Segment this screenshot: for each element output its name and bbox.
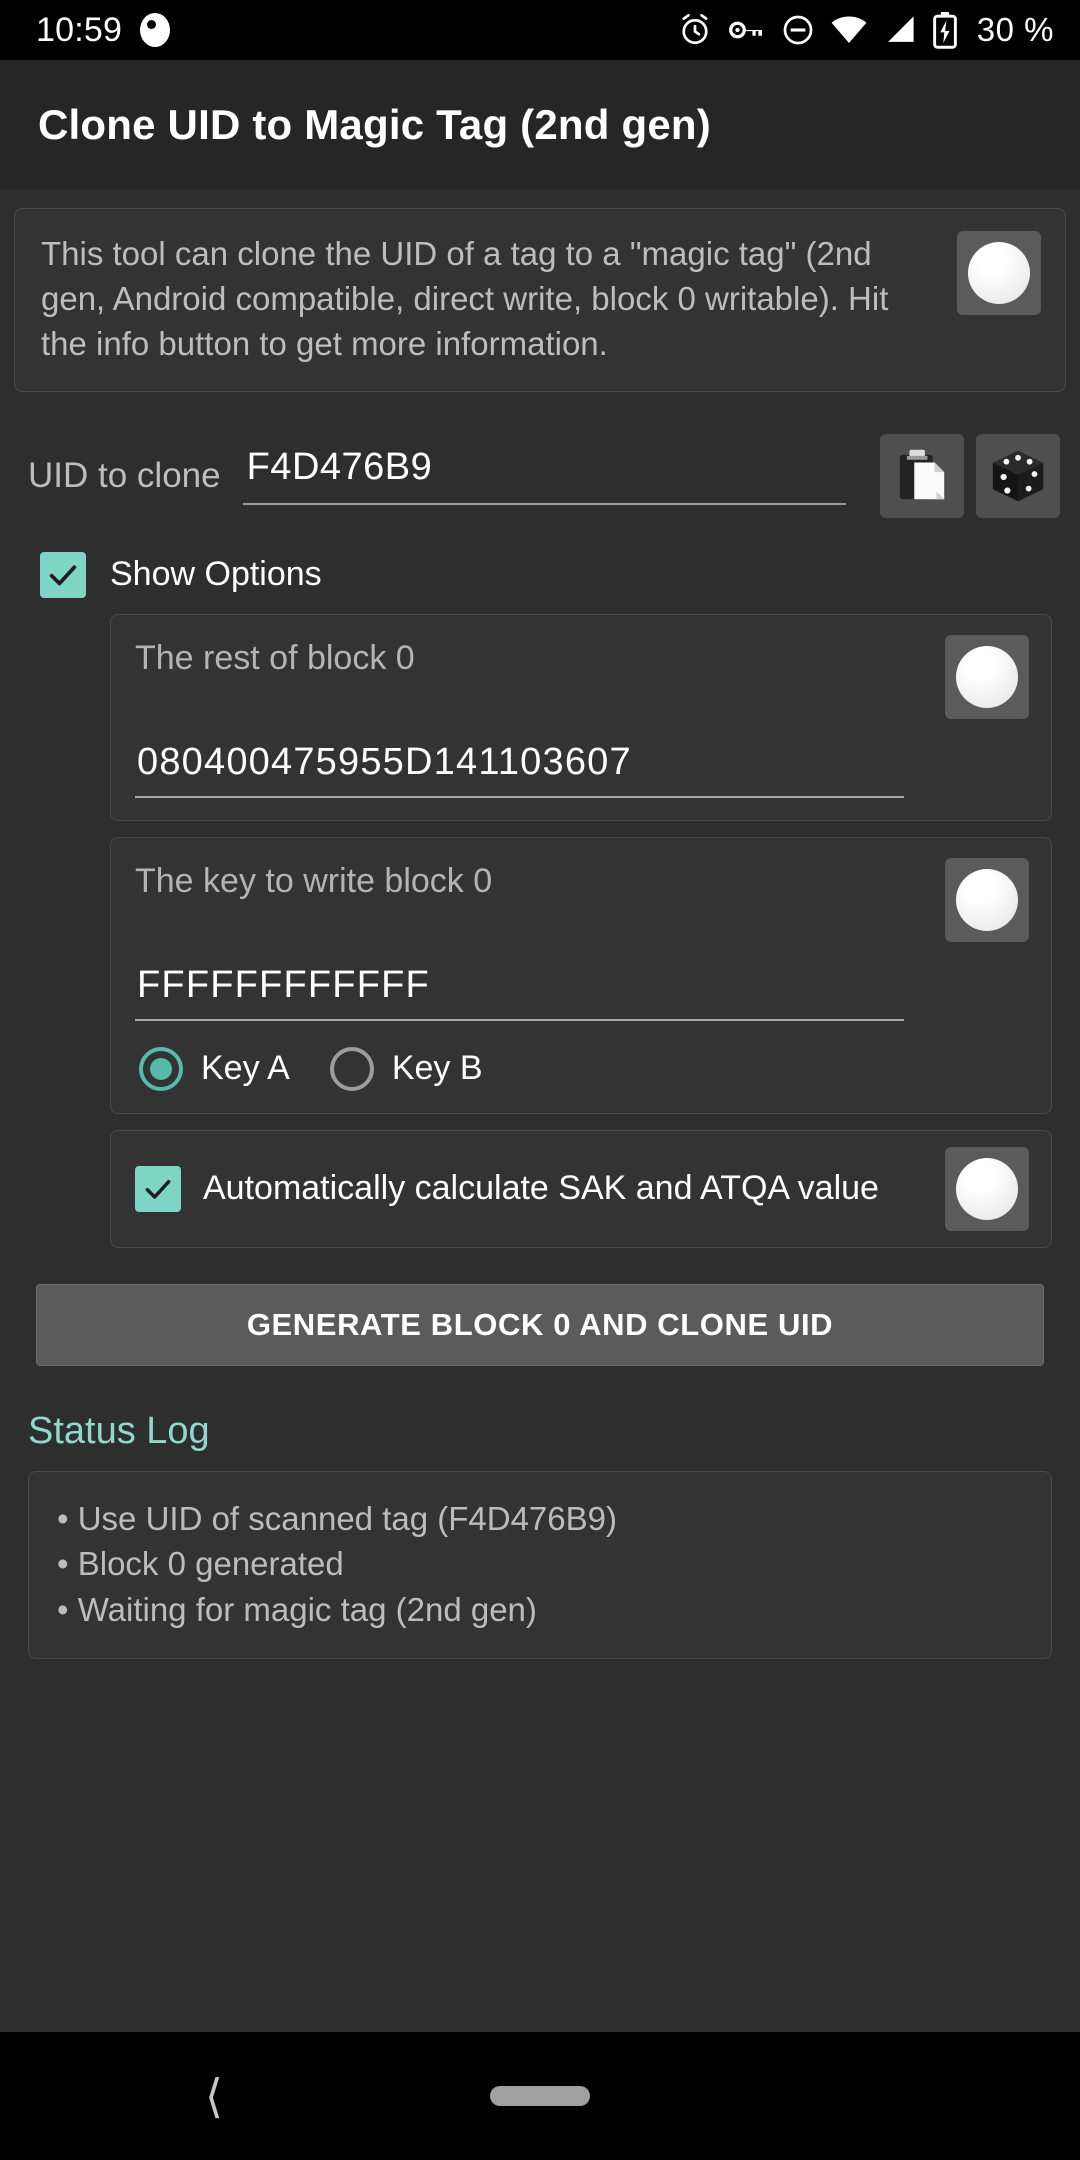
rest-of-block-value: 080400475955D141103607	[137, 740, 632, 783]
uid-label: UID to clone	[28, 455, 221, 495]
info-icon	[968, 242, 1030, 304]
status-log-title: Status Log	[28, 1409, 210, 1452]
status-bar-left: 10:59	[36, 10, 171, 50]
radio-key-b-label: Key B	[391, 1049, 483, 1088]
radio-key-b[interactable]	[329, 1046, 374, 1091]
generate-button-label: GENERATE BLOCK 0 AND CLONE UID	[246, 1306, 834, 1342]
status-log-line: • Use UID of scanned tag (F4D476B9)	[57, 1499, 617, 1537]
home-pill-icon[interactable]	[490, 2086, 590, 2106]
auto-sak-info-button[interactable]	[945, 1146, 1029, 1231]
auto-sak-row: Automatically calculate SAK and ATQA val…	[135, 1146, 1029, 1231]
rest-of-block-title: The rest of block 0	[135, 638, 415, 677]
show-options-checkbox[interactable]	[40, 551, 86, 598]
auto-sak-label: Automatically calculate SAK and ATQA val…	[203, 1169, 879, 1208]
status-log-line: • Block 0 generated	[57, 1545, 344, 1583]
battery-charging-icon	[932, 12, 957, 49]
cell-signal-icon	[887, 16, 914, 42]
main-content: This tool can clone the UID of a tag to …	[0, 208, 1080, 1660]
rest-of-block-info-button[interactable]	[945, 634, 1029, 719]
battery-percent-text: 30 %	[976, 11, 1054, 48]
app-bar: Clone UID to Magic Tag (2nd gen)	[0, 60, 1080, 190]
status-bar-right: 30 %	[677, 11, 1054, 49]
dice-icon	[992, 450, 1044, 501]
uid-input[interactable]: F4D476B9	[242, 446, 846, 506]
radio-key-a-label: Key A	[201, 1049, 290, 1088]
auto-sak-card: Automatically calculate SAK and ATQA val…	[110, 1129, 1052, 1248]
key-header: The key to write block 0	[135, 857, 1029, 942]
intro-info-button[interactable]	[957, 231, 1041, 315]
generate-block0-clone-uid-button[interactable]: GENERATE BLOCK 0 AND CLONE UID	[36, 1283, 1044, 1366]
key-info-button[interactable]	[945, 857, 1029, 942]
key-type-radio-group: Key A Key B	[135, 1046, 1029, 1091]
rest-of-block-header: The rest of block 0	[135, 634, 1029, 719]
paste-icon	[899, 449, 945, 499]
info-icon	[956, 645, 1018, 708]
show-options-label: Show Options	[110, 555, 322, 594]
check-icon	[49, 564, 77, 585]
page-title: Clone UID to Magic Tag (2nd gen)	[38, 101, 711, 148]
status-log-line: • Waiting for magic tag (2nd gen)	[57, 1590, 537, 1628]
info-icon	[956, 1157, 1018, 1220]
random-uid-dice-button[interactable]	[976, 433, 1060, 518]
auto-sak-checkbox[interactable]	[135, 1165, 181, 1212]
alarm-icon	[682, 13, 708, 45]
paste-uid-button[interactable]	[880, 433, 964, 518]
key-value: FFFFFFFFFFFF	[137, 963, 430, 1006]
auto-sak-left[interactable]: Automatically calculate SAK and ATQA val…	[135, 1165, 879, 1212]
key-input[interactable]: FFFFFFFFFFFF	[135, 964, 904, 1021]
clock-text: 10:59	[36, 10, 123, 49]
rest-of-block-card: The rest of block 0 080400475955D1411036…	[110, 613, 1052, 821]
status-bar: 10:59 30 %	[0, 0, 1080, 60]
vpn-key-icon	[728, 21, 762, 39]
system-navigation-bar: ⟨	[0, 2032, 1080, 2160]
do-not-disturb-icon	[783, 15, 813, 45]
check-icon	[145, 1179, 171, 1199]
phone-screen: 10:59 30 % Clone UID to Magic Tag (2nd g…	[0, 0, 1080, 2160]
show-options-row[interactable]: Show Options	[14, 551, 1066, 598]
status-log-card: • Use UID of scanned tag (F4D476B9) • Bl…	[28, 1470, 1052, 1660]
notification-dot-icon	[140, 13, 171, 47]
key-title: The key to write block 0	[135, 861, 493, 900]
radio-key-a[interactable]	[139, 1046, 183, 1091]
intro-card: This tool can clone the UID of a tag to …	[14, 208, 1066, 392]
back-chevron-icon[interactable]: ⟨	[205, 2073, 223, 2119]
info-icon	[956, 868, 1018, 931]
wifi-icon	[831, 16, 867, 43]
uid-row: UID to clone F4D476B9	[14, 433, 1066, 518]
key-card: The key to write block 0 FFFFFFFFFFFF Ke…	[110, 836, 1052, 1114]
rest-of-block-input[interactable]: 080400475955D141103607	[135, 741, 904, 798]
intro-text: This tool can clone the UID of a tag to …	[41, 235, 889, 363]
uid-value: F4D476B9	[246, 446, 433, 489]
